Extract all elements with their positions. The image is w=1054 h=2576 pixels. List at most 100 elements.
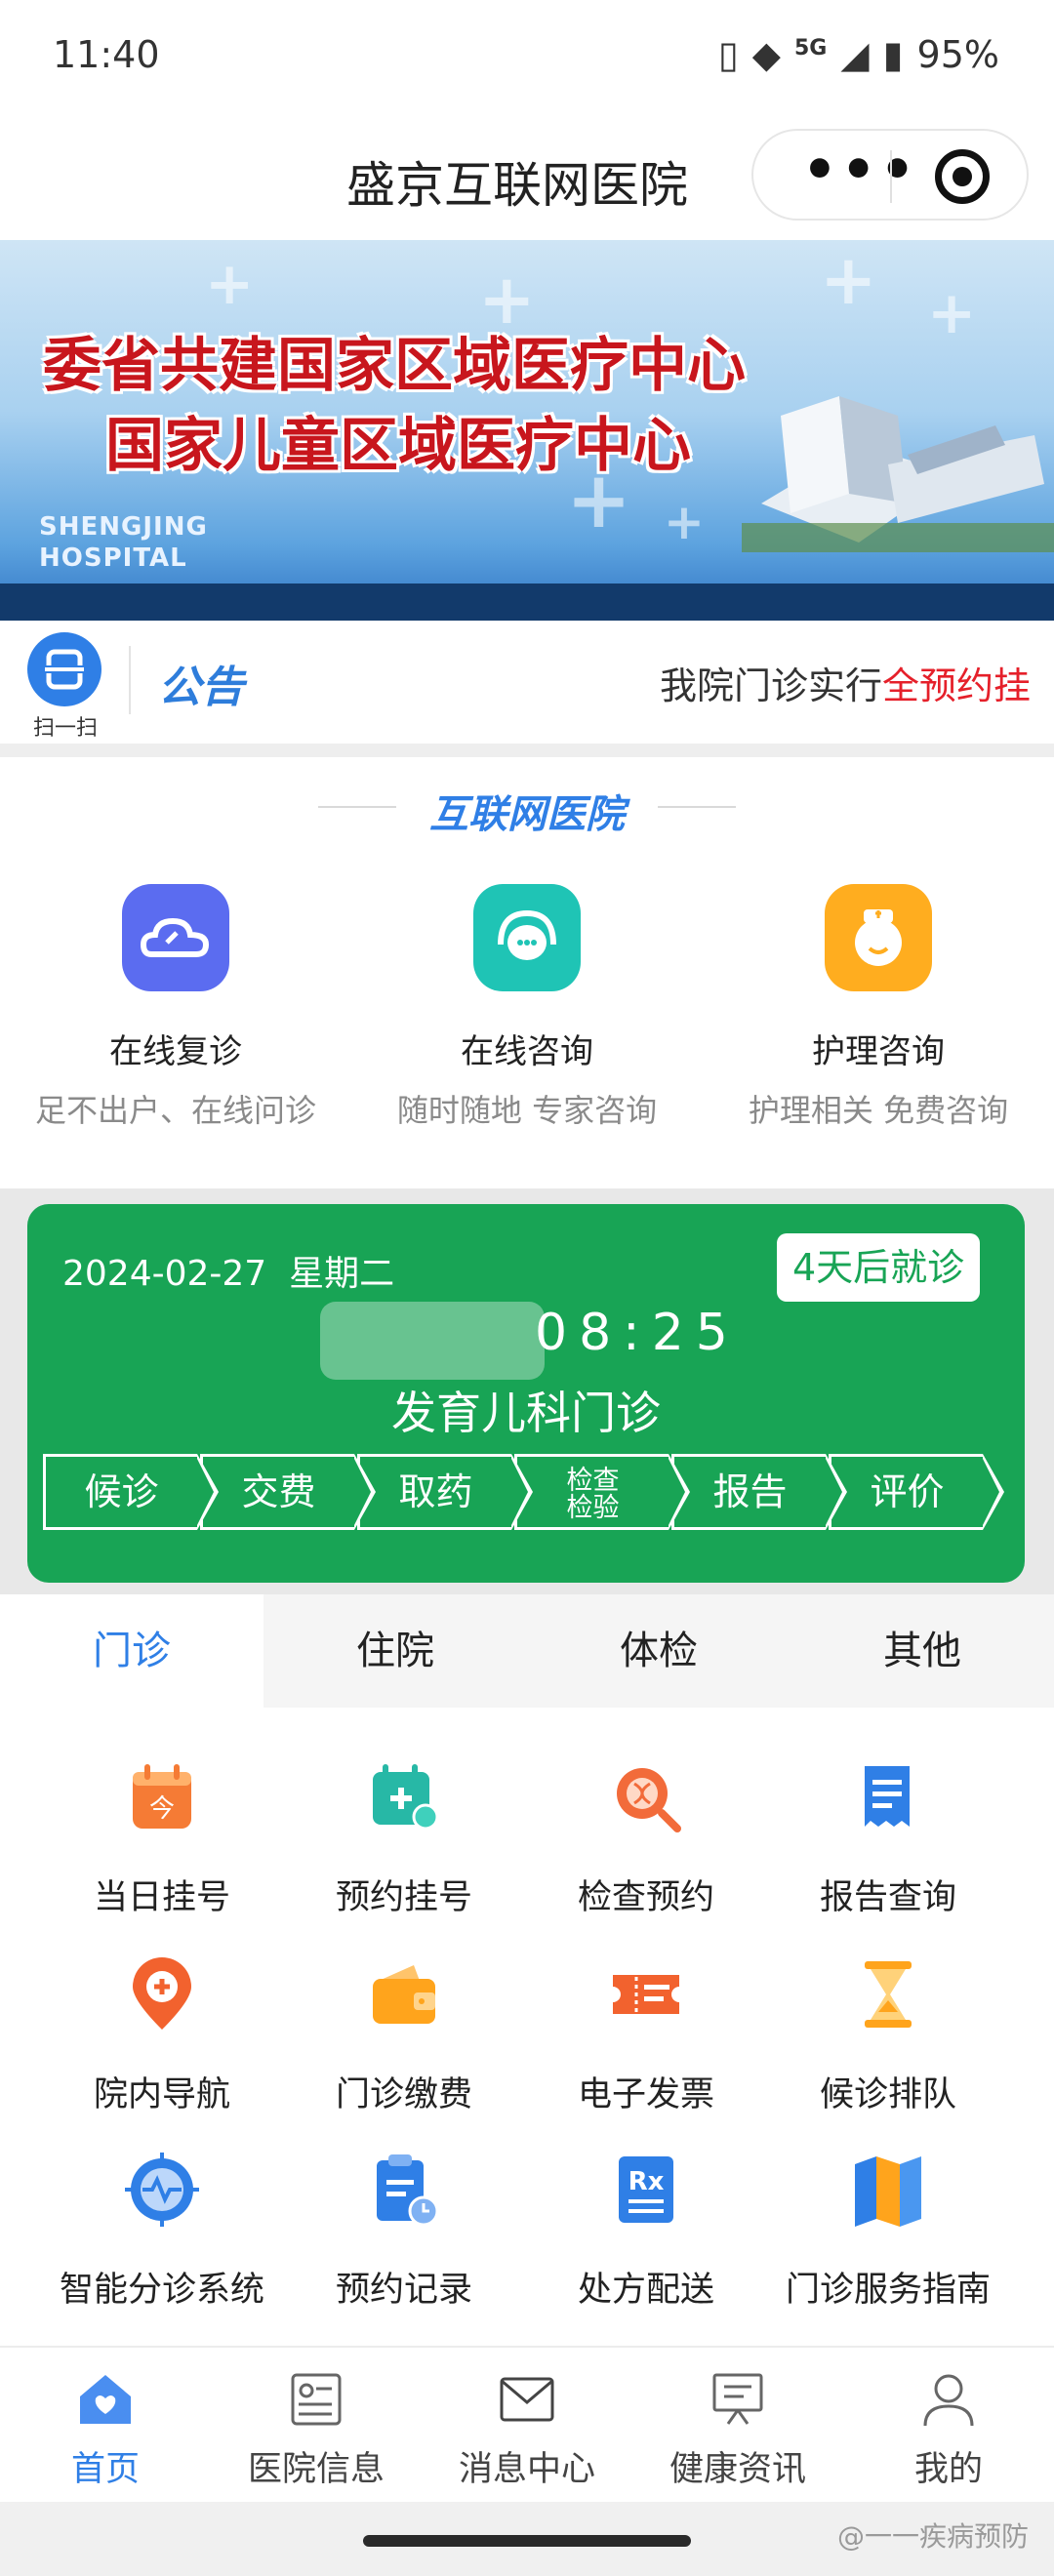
nav-hospital-info[interactable]: 医院信息: [211, 2367, 422, 2491]
step-report[interactable]: 报告: [671, 1454, 847, 1530]
service-exam-booking[interactable]: 检查预约: [525, 1758, 767, 1953]
appointment-time: 08:25: [535, 1304, 740, 1362]
news-board-icon: [707, 2367, 769, 2430]
service-e-invoice[interactable]: 电子发票: [525, 1955, 767, 2151]
location-pin-icon: [123, 1955, 201, 2033]
nav-messages[interactable]: 消息中心: [422, 2367, 632, 2491]
nav-label: 首页: [70, 2450, 140, 2489]
scan-button[interactable]: [27, 632, 101, 706]
hourglass-icon: [849, 1955, 927, 2033]
cross-decor-icon: +: [820, 240, 877, 320]
ticket-icon: [607, 1955, 685, 2033]
tab-outpatient[interactable]: 门诊: [0, 1594, 264, 1708]
nav-label: 我的: [913, 2450, 983, 2489]
step-exam-label: 检查 检验: [567, 1467, 620, 1522]
hospital-info-icon: [285, 2367, 347, 2430]
notice-text[interactable]: 我院门诊实行全预约挂: [660, 656, 1031, 709]
notice-bar: 扫一扫 公告 我院门诊实行全预约挂: [0, 621, 1054, 744]
service-appointment-registration[interactable]: 预约挂号: [283, 1758, 525, 1953]
notice-text-plain: 我院门诊实行: [660, 664, 883, 707]
hospital-banner[interactable]: + + + + + + 委省共建国家区域医疗中心 国家儿童区域医疗中心 SHEN…: [0, 240, 1054, 621]
section-gap: [0, 744, 1054, 757]
item-desc: 护理相关 免费咨询: [748, 1092, 1009, 1129]
nav-label: 健康资讯: [669, 2450, 806, 2489]
service-same-day-registration[interactable]: 今 当日挂号: [41, 1758, 283, 1953]
rx-icon: Rx: [607, 2151, 685, 2229]
item-name: 在线咨询: [461, 1032, 593, 1071]
nurse-icon: [825, 884, 932, 991]
sim-icon: ▯: [717, 33, 739, 76]
service-label: 院内导航: [93, 2075, 230, 2114]
service-report-query[interactable]: 报告查询: [767, 1758, 1009, 1953]
service-appointment-records[interactable]: 预约记录: [283, 2151, 525, 2346]
item-desc: 随时随地 专家咨询: [396, 1092, 658, 1129]
calendar-plus-icon: [365, 1758, 443, 1836]
svg-text:Rx: Rx: [628, 2167, 665, 2196]
notice-divider: [129, 646, 131, 714]
map-guide-icon: [849, 2151, 927, 2229]
menu-capsule: •••: [751, 129, 1029, 221]
nav-home[interactable]: 首页: [0, 2367, 211, 2491]
banner-headline-1: 委省共建国家区域医疗中心: [43, 332, 746, 400]
tab-checkup[interactable]: 体检: [527, 1594, 790, 1708]
section-title: 互联网医院: [429, 792, 625, 837]
service-label: 门诊缴费: [335, 2075, 472, 2114]
nav-health-news[interactable]: 健康资讯: [632, 2367, 843, 2491]
step-payment[interactable]: 交费: [200, 1454, 376, 1530]
step-examination[interactable]: 检查 检验: [514, 1454, 690, 1530]
signal-icon: ◢: [840, 33, 870, 76]
item-desc: 足不出户、在线问诊: [34, 1092, 316, 1129]
service-label: 预约记录: [335, 2271, 472, 2310]
nursing-consult[interactable]: 护理咨询 护理相关 免费咨询: [703, 884, 1054, 1131]
nav-mine[interactable]: 我的: [843, 2367, 1054, 2491]
network-label: 5G: [794, 35, 828, 60]
banner-brand: SHENGJING HOSPITAL: [39, 511, 208, 574]
service-prescription-delivery[interactable]: Rx 处方配送: [525, 2151, 767, 2346]
home-indicator[interactable]: [363, 2535, 691, 2547]
notice-text-highlight: 全预约挂: [882, 664, 1032, 707]
appointment-card[interactable]: 2024-02-27 星期二 4天后就诊 08:25 发育儿科门诊 候诊 交费 …: [27, 1204, 1025, 1583]
appointment-date-value: 2024-02-27: [62, 1254, 267, 1294]
online-consult[interactable]: 在线咨询 随时随地 专家咨询: [351, 884, 703, 1131]
cross-decor-icon: +: [205, 250, 255, 318]
nav-label: 消息中心: [458, 2450, 595, 2489]
step-pharmacy[interactable]: 取药: [357, 1454, 533, 1530]
step-review[interactable]: 评价: [829, 1454, 1004, 1530]
status-time: 11:40: [53, 33, 160, 76]
svg-text:今: 今: [149, 1794, 175, 1824]
service-label: 智能分诊系统: [59, 2271, 264, 2310]
home-heart-icon: [74, 2367, 137, 2430]
service-waiting-queue[interactable]: 候诊排队: [767, 1955, 1009, 2151]
service-label: 报告查询: [819, 1878, 956, 1917]
item-name: 护理咨询: [812, 1032, 945, 1071]
watermark: @一一疾病预防: [836, 2520, 1029, 2553]
notice-tag: 公告: [158, 663, 244, 712]
hospital-building-illustration: [742, 396, 1054, 552]
scan-label[interactable]: 扫一扫: [20, 710, 111, 742]
visit-steps: 候诊 交费 取药 检查 检验 报告 评价: [43, 1454, 1009, 1534]
service-label: 处方配送: [577, 2271, 714, 2310]
appointment-date: 2024-02-27 星期二: [62, 1245, 394, 1296]
tab-inpatient[interactable]: 住院: [264, 1594, 527, 1708]
cross-decor-icon: +: [664, 494, 705, 550]
item-name: 在线复诊: [109, 1032, 242, 1071]
target-icon[interactable]: [935, 149, 990, 204]
service-label: 门诊服务指南: [785, 2271, 991, 2310]
cloud-icon: [122, 884, 229, 991]
tab-other[interactable]: 其他: [790, 1594, 1054, 1708]
title-rule-right: [658, 806, 736, 808]
status-icons: ▯ ◆ 5G ◢ ▮ 95%: [718, 33, 999, 76]
service-navigation[interactable]: 院内导航: [41, 1955, 283, 2151]
online-followup[interactable]: 在线复诊 足不出户、在线问诊: [0, 884, 351, 1131]
internet-hospital-section: 互联网医院 在线复诊 足不出户、在线问诊 在线咨询 随时随地 专家咨询 护理咨询…: [0, 757, 1054, 1188]
banner-brand-line2: HOSPITAL: [39, 543, 187, 573]
step-waiting[interactable]: 候诊: [43, 1454, 219, 1530]
headset-icon: [473, 884, 581, 991]
more-dots-icon[interactable]: •••: [802, 139, 918, 202]
service-outpatient-guide[interactable]: 门诊服务指南: [767, 2151, 1009, 2346]
battery-level: 95%: [916, 33, 999, 76]
service-smart-triage[interactable]: 智能分诊系统: [41, 2151, 283, 2346]
mail-icon: [496, 2367, 558, 2430]
dna-search-icon: [607, 1758, 685, 1836]
service-outpatient-payment[interactable]: 门诊缴费: [283, 1955, 525, 2151]
